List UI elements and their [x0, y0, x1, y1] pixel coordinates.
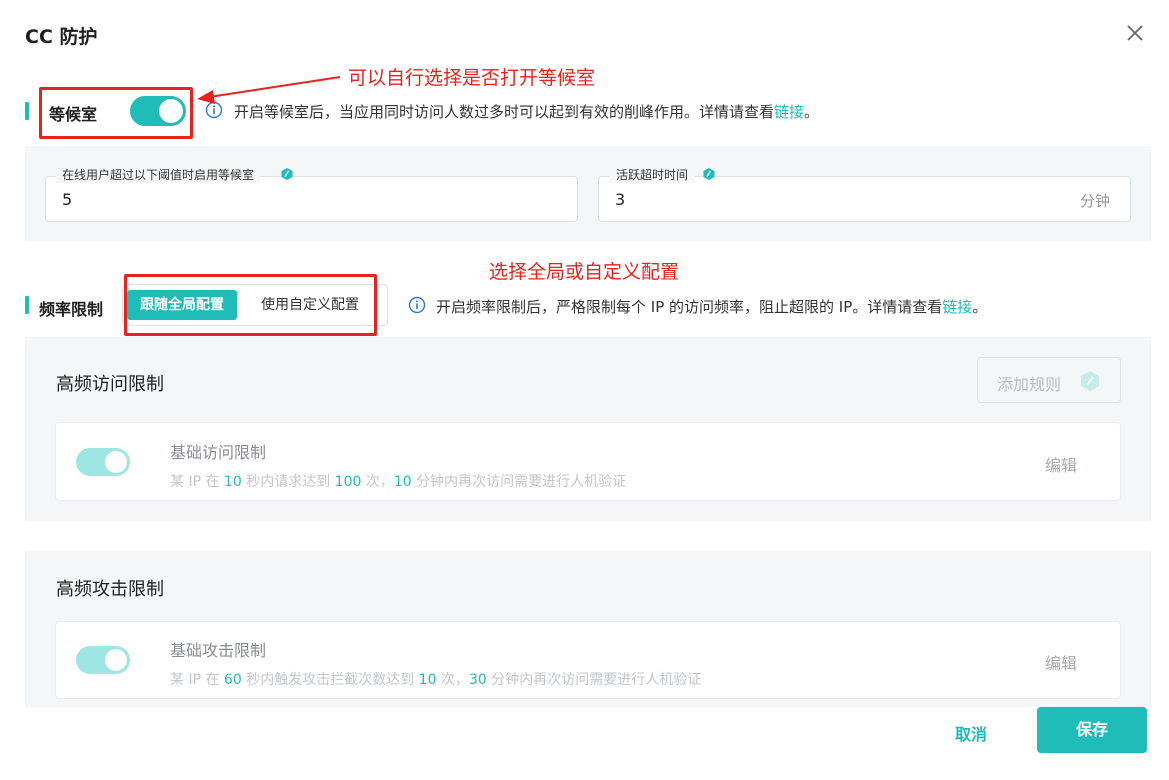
attack-rule-toggle[interactable] — [76, 646, 130, 674]
save-button[interactable]: 保存 — [1037, 707, 1147, 753]
desc-number: 30 — [468, 672, 487, 688]
waiting-room-info-link[interactable]: 链接 — [774, 103, 804, 121]
rate-limit-info: 开启频率限制后，严格限制每个 IP 的访问频率，阻止超限的 IP。详情请查看链接… — [436, 296, 987, 317]
high-freq-attack-title: 高频攻击限制 — [56, 579, 164, 600]
add-rule-button[interactable]: 添加规则 — [977, 357, 1121, 403]
attack-rule-edit-button[interactable]: 编辑 — [1045, 650, 1077, 674]
hint-icon[interactable] — [702, 167, 716, 181]
annotation-box-rate-limit — [124, 274, 377, 336]
attack-rule-name: 基础攻击限制 — [170, 641, 267, 660]
threshold-field-label: 在线用户超过以下阈值时启用等候室 — [62, 168, 255, 182]
annotation-box-waiting-room — [39, 87, 193, 139]
access-rule-name: 基础访问限制 — [170, 443, 267, 462]
annotation-arrow-icon — [197, 76, 341, 104]
toggle-knob — [105, 451, 127, 473]
access-rule-edit-button[interactable]: 编辑 — [1045, 452, 1077, 476]
desc-number: 100 — [334, 474, 362, 490]
close-icon[interactable] — [1122, 20, 1148, 46]
rate-limit-info-link[interactable]: 链接 — [942, 298, 972, 316]
desc-text: 分钟内再次访问需要进行人机验证 — [486, 672, 702, 688]
add-rule-label: 添加规则 — [997, 375, 1062, 394]
desc-text: 某 IP 在 — [170, 474, 224, 490]
rate-limit-info-suffix: 。 — [972, 298, 988, 316]
hint-icon[interactable] — [280, 167, 294, 181]
desc-text: 次， — [436, 672, 469, 688]
attack-rule-description: 某 IP 在 60 秒内触发攻击拦截次数达到 10 次，30 分钟内再次访问需要… — [170, 669, 701, 689]
desc-text: 某 IP 在 — [170, 672, 224, 688]
desc-text: 分钟内再次访问需要进行人机验证 — [411, 474, 627, 490]
waiting-room-info-suffix: 。 — [804, 103, 820, 121]
desc-number: 60 — [223, 672, 242, 688]
cancel-button[interactable]: 取消 — [955, 721, 987, 745]
timeout-field-value: 3 — [615, 190, 626, 209]
high-freq-access-title: 高频访问限制 — [56, 374, 164, 395]
desc-number: 10 — [418, 672, 437, 688]
timeout-field-label-wrap: 活跃超时时间 — [610, 166, 695, 183]
access-rule-description: 某 IP 在 10 秒内请求达到 100 次，10 分钟内再次访问需要进行人机验… — [170, 471, 626, 491]
desc-text: 秒内请求达到 — [241, 474, 335, 490]
info-icon — [408, 296, 426, 314]
threshold-field-label-wrap: 在线用户超过以下阈值时启用等候室 — [56, 166, 261, 183]
shield-icon — [1081, 371, 1099, 391]
toggle-knob — [105, 649, 127, 671]
desc-number: 10 — [393, 474, 412, 490]
desc-text: 次， — [361, 474, 394, 490]
timeout-field-label: 活跃超时时间 — [616, 168, 689, 182]
rate-limit-info-text: 开启频率限制后，严格限制每个 IP 的访问频率，阻止超限的 IP。详情请查看 — [436, 298, 943, 316]
dialog-title: CC 防护 — [25, 26, 98, 48]
timeout-unit: 分钟 — [1080, 192, 1111, 210]
annotation-rate-limit-note: 选择全局或自定义配置 — [489, 261, 680, 283]
desc-number: 10 — [223, 474, 242, 490]
rate-limit-label: 频率限制 — [39, 300, 104, 319]
access-rule-toggle[interactable] — [76, 448, 130, 476]
threshold-field-value: 5 — [62, 190, 73, 209]
section-accent-bar — [25, 102, 29, 120]
section-accent-bar — [25, 296, 29, 314]
annotation-waiting-room-note: 可以自行选择是否打开等候室 — [348, 67, 596, 89]
desc-text: 秒内触发攻击拦截次数达到 — [241, 672, 419, 688]
